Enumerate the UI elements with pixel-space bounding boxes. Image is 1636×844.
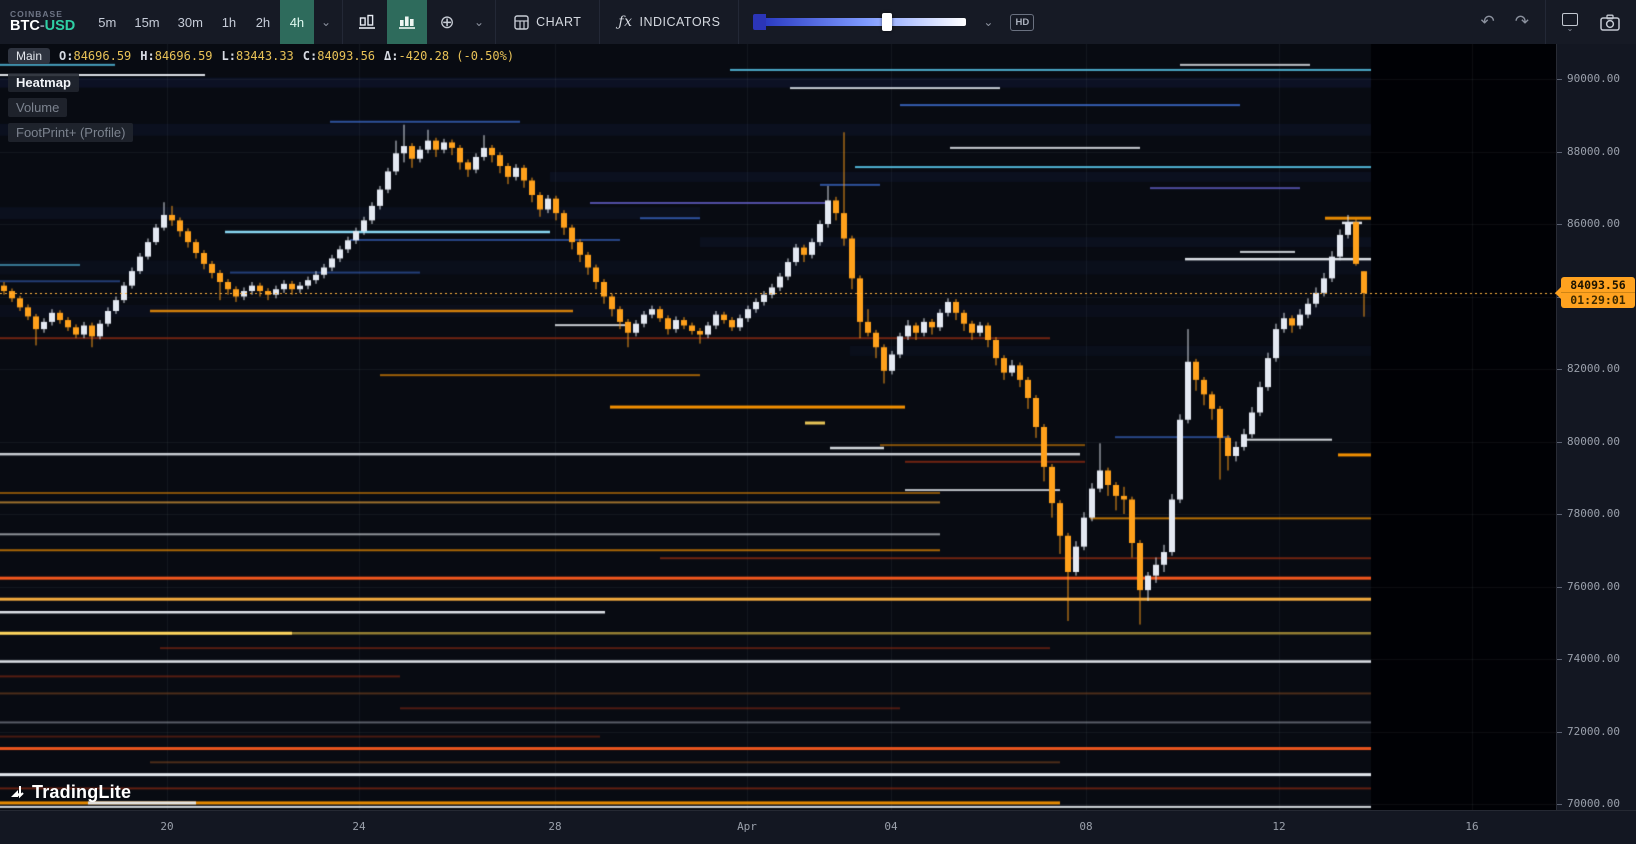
- timeframe-button-4h[interactable]: 4h: [280, 0, 314, 44]
- screenshot-button[interactable]: [1590, 0, 1630, 44]
- toolbar-divider: [1545, 0, 1546, 44]
- volume-bars-style-button[interactable]: [387, 0, 427, 44]
- timeframe-button-5m[interactable]: 5m: [89, 0, 125, 44]
- heatmap-palette-slider[interactable]: [743, 14, 976, 30]
- time-axis-label: 24: [352, 820, 365, 833]
- time-axis[interactable]: 20 24 28 Apr 04 08 12 16: [0, 810, 1636, 844]
- layer-toggle-footprint[interactable]: FootPrint+ (Profile): [8, 123, 133, 142]
- layer-toggle-heatmap[interactable]: Heatmap: [8, 73, 79, 92]
- time-axis-label: Apr: [737, 820, 757, 833]
- toolbar-divider: [599, 0, 600, 44]
- chart-canvas[interactable]: [0, 44, 1556, 810]
- tradinglite-logo-text: TradingLite: [32, 782, 131, 803]
- price-axis-tick: [1557, 224, 1562, 225]
- time-axis-label: 28: [548, 820, 561, 833]
- fullscreen-button[interactable]: ⌄: [1554, 13, 1586, 31]
- price-axis-tick: [1557, 369, 1562, 370]
- toolbar-divider: [342, 0, 343, 44]
- price-axis-label: 76000.00: [1567, 580, 1620, 593]
- hd-toggle-button[interactable]: HD: [1010, 14, 1034, 31]
- price-axis-label: 86000.00: [1567, 217, 1620, 230]
- time-axis-label: 16: [1465, 820, 1478, 833]
- candlestick-style-button[interactable]: [347, 0, 387, 44]
- price-axis-tick: [1557, 659, 1562, 660]
- camera-icon: [1600, 14, 1620, 31]
- ohlc-item: H:84696.59: [140, 49, 212, 63]
- price-axis-label: 80000.00: [1567, 435, 1620, 448]
- tradinglite-logo: TradingLite: [10, 782, 131, 803]
- price-axis-label: 78000.00: [1567, 507, 1620, 520]
- tradinglite-logo-icon: [10, 784, 27, 801]
- time-axis-label: 12: [1272, 820, 1285, 833]
- time-axis-label: 20: [160, 820, 173, 833]
- layer-toggle-volume[interactable]: Volume: [8, 98, 67, 117]
- price-axis-tick: [1557, 804, 1562, 805]
- palette-min-cap[interactable]: [753, 14, 766, 30]
- main-layer-chip[interactable]: Main: [8, 48, 50, 64]
- price-tag-notch-icon: [1555, 287, 1561, 299]
- top-toolbar: COINBASE BTC-USD 5m15m30m1h2h4h ⌄: [0, 0, 1636, 44]
- palette-slider-handle[interactable]: [882, 13, 892, 31]
- palette-dropdown-chevron-icon[interactable]: ⌄: [976, 15, 1000, 29]
- price-axis-tick: [1557, 732, 1562, 733]
- target-plus-icon: ⊕: [439, 12, 454, 33]
- time-axis-label: 04: [884, 820, 897, 833]
- timeframe-group: 5m15m30m1h2h4h: [89, 0, 314, 44]
- price-axis-label: 90000.00: [1567, 72, 1620, 85]
- volume-bars-icon: [398, 14, 416, 30]
- litescript-target-button[interactable]: ⊕: [427, 0, 467, 44]
- ohlc-values: O:84696.59 H:84696.59 L:83443.33 C:84093.56…: [59, 49, 514, 63]
- price-axis-tick: [1557, 442, 1562, 443]
- fx-icon: ƒx: [618, 14, 632, 30]
- toolbar-divider: [495, 0, 496, 44]
- candle-countdown: 01:29:01: [1561, 292, 1635, 307]
- timeframe-button-2h[interactable]: 2h: [246, 0, 280, 44]
- indicators-button[interactable]: ƒx INDICATORS: [604, 0, 734, 44]
- symbol-selector[interactable]: COINBASE BTC-USD: [0, 10, 89, 34]
- toolbar-divider: [738, 0, 739, 44]
- timeframe-dropdown-chevron-icon[interactable]: ⌄: [314, 15, 338, 29]
- palette-gradient-track[interactable]: [766, 18, 966, 26]
- price-axis-label: 82000.00: [1567, 362, 1620, 375]
- timeframe-button-30m[interactable]: 30m: [169, 0, 212, 44]
- price-axis-label: 72000.00: [1567, 725, 1620, 738]
- price-axis[interactable]: 84093.56 01:29:01 90000.00 88000.00 86000.…: [1556, 44, 1636, 810]
- chart-button[interactable]: CHART: [500, 0, 595, 44]
- ohlc-item: Δ:-420.28 (-0.50%): [384, 49, 514, 63]
- price-axis-label: 70000.00: [1567, 797, 1620, 810]
- candlestick-icon: [358, 14, 376, 30]
- style-dropdown-chevron-icon[interactable]: ⌄: [467, 15, 491, 29]
- symbol-base: BTC: [10, 18, 40, 34]
- price-axis-tick: [1557, 152, 1562, 153]
- ohlc-item: C:84093.56: [303, 49, 375, 63]
- ohlc-item: L:83443.33: [222, 49, 294, 63]
- fullscreen-chevron-icon: ⌄: [1567, 26, 1574, 31]
- price-axis-tick: [1557, 79, 1562, 80]
- price-axis-label: 74000.00: [1567, 652, 1620, 665]
- price-axis-tick: [1557, 587, 1562, 588]
- chart-grid-icon: [514, 15, 529, 30]
- tradinglite-app: COINBASE BTC-USD 5m15m30m1h2h4h ⌄: [0, 0, 1636, 844]
- time-axis-label: 08: [1079, 820, 1092, 833]
- ohlc-item: O:84696.59: [59, 49, 131, 63]
- last-price-tag: 84093.56 01:29:01: [1561, 277, 1635, 308]
- undo-button[interactable]: ↶: [1473, 12, 1503, 32]
- symbol-pair: BTC-USD: [10, 19, 75, 34]
- timeframe-button-1h[interactable]: 1h: [212, 0, 246, 44]
- symbol-quote: USD: [45, 18, 76, 34]
- indicators-button-label: INDICATORS: [639, 15, 720, 29]
- timeframe-button-15m[interactable]: 15m: [125, 0, 168, 44]
- chart-button-label: CHART: [536, 15, 581, 29]
- price-axis-tick: [1557, 514, 1562, 515]
- price-axis-label: 88000.00: [1567, 145, 1620, 158]
- redo-button[interactable]: ↷: [1507, 12, 1537, 32]
- last-price-value: 84093.56: [1561, 278, 1635, 292]
- ohlc-info-row: Main O:84696.59 H:84696.59 L:83443.33 C:840…: [8, 48, 514, 64]
